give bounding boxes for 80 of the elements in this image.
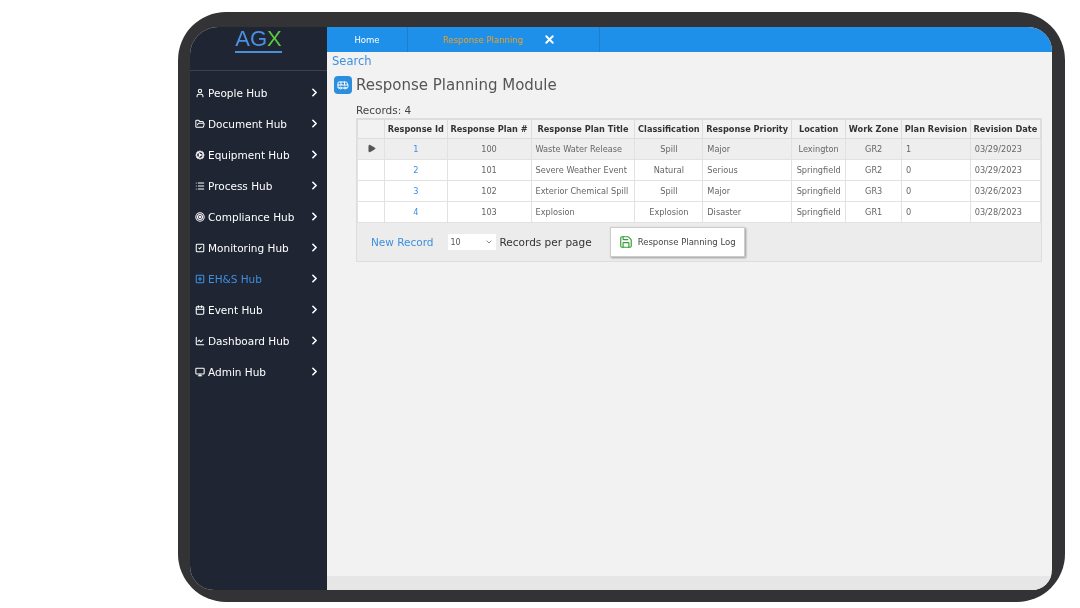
record-link[interactable]: 4 bbox=[384, 201, 448, 223]
column-header: Response Plan Title bbox=[531, 119, 635, 139]
table-row[interactable]: 3 102 Exterior Chemical Spill Spill Major Springfield GR3 0 03/26/2023 bbox=[357, 180, 1041, 202]
table-cell: Springfield bbox=[791, 180, 846, 202]
table-cell: Major bbox=[702, 138, 792, 160]
table-cell: 03/29/2023 bbox=[970, 159, 1041, 181]
table-cell: Explosion bbox=[634, 201, 703, 223]
sidebar-item[interactable]: Document Hub bbox=[190, 108, 327, 139]
table-cell: Serious bbox=[702, 159, 792, 181]
sidebar-item[interactable]: Monitoring Hub bbox=[190, 232, 327, 263]
table-cell: GR2 bbox=[845, 159, 902, 181]
plus-icon bbox=[195, 273, 205, 284]
table-cell: Explosion bbox=[531, 201, 635, 223]
table-cell: GR3 bbox=[845, 180, 902, 202]
user-icon bbox=[195, 87, 205, 98]
column-header: Response Priority bbox=[702, 119, 792, 139]
page-size-select[interactable]: 10 bbox=[447, 234, 496, 250]
table-cell: Springfield bbox=[791, 201, 846, 223]
log-button[interactable]: Response Planning Log bbox=[609, 227, 745, 257]
chart-icon bbox=[195, 335, 205, 346]
column-header: Response Plan # bbox=[447, 119, 531, 139]
table-cell: 101 bbox=[447, 159, 531, 181]
table-row[interactable]: 2 101 Severe Weather Event Natural Serious Springfield GR2 0 03/29/2023 bbox=[357, 159, 1041, 181]
table-cell: Natural bbox=[634, 159, 703, 181]
column-header: Plan Revision bbox=[901, 119, 971, 139]
row-pointer-icon bbox=[366, 143, 376, 153]
table-cell: 0 bbox=[901, 201, 971, 223]
table-cell: Disaster bbox=[702, 201, 792, 223]
table-cell: 100 bbox=[447, 138, 531, 160]
floppy-icon bbox=[618, 235, 633, 249]
sidebar-item[interactable]: Admin Hub bbox=[190, 356, 327, 387]
monitor-icon bbox=[195, 366, 205, 377]
column-header: Work Zone bbox=[845, 119, 902, 139]
table-cell: Waste Water Release bbox=[531, 138, 635, 160]
table-cell: 03/28/2023 bbox=[970, 201, 1041, 223]
table-cell: GR2 bbox=[845, 138, 902, 160]
table-cell: 0 bbox=[901, 180, 971, 202]
table-cell: 03/29/2023 bbox=[970, 138, 1041, 160]
table-row[interactable]: 1 100 Waste Water Release Spill Major Lexington GR2 1 03/29/2023 bbox=[357, 138, 1041, 160]
tab[interactable]: Home bbox=[327, 27, 408, 52]
sidebar-item[interactable]: Compliance Hub bbox=[190, 201, 327, 232]
calendar-icon bbox=[195, 304, 205, 315]
table-cell: 03/26/2023 bbox=[970, 180, 1041, 202]
close-icon[interactable] bbox=[543, 33, 557, 46]
per-page-label: Records per page bbox=[499, 236, 592, 248]
bus-icon bbox=[334, 76, 352, 94]
sidebar-item[interactable]: People Hub bbox=[190, 77, 327, 108]
table-cell: Spill bbox=[634, 180, 703, 202]
list-icon bbox=[195, 180, 205, 191]
table-row[interactable]: 4 103 Explosion Explosion Disaster Springfield GR1 0 03/28/2023 bbox=[357, 201, 1041, 223]
column-header: Response Id bbox=[384, 119, 448, 139]
target-icon bbox=[195, 211, 205, 222]
caret-icon bbox=[484, 238, 493, 246]
page-title: Response Planning Module bbox=[356, 76, 557, 94]
table-cell: 1 bbox=[901, 138, 971, 160]
table-cell: 0 bbox=[901, 159, 971, 181]
table-cell: Springfield bbox=[791, 159, 846, 181]
table-cell: GR1 bbox=[845, 201, 902, 223]
table-cell: Major bbox=[702, 180, 792, 202]
table-cell: 103 bbox=[447, 201, 531, 223]
table-cell: Spill bbox=[634, 138, 703, 160]
column-header: Classification bbox=[634, 119, 703, 139]
table-cell: Severe Weather Event bbox=[531, 159, 635, 181]
logo: AGX bbox=[235, 27, 282, 53]
table-cell: Exterior Chemical Spill bbox=[531, 180, 635, 202]
sidebar-item[interactable]: Process Hub bbox=[190, 170, 327, 201]
table-cell: Lexington bbox=[791, 138, 846, 160]
record-link[interactable]: 3 bbox=[384, 180, 448, 202]
sidebar-item[interactable]: Equipment Hub bbox=[190, 139, 327, 170]
gear-icon bbox=[195, 149, 205, 160]
column-header: Location bbox=[791, 119, 846, 139]
sidebar-item[interactable]: EH&S Hub bbox=[190, 263, 327, 294]
records-count: Records: 4 bbox=[356, 104, 412, 116]
sidebar-item[interactable]: Event Hub bbox=[190, 294, 327, 325]
sidebar-item[interactable]: Dashboard Hub bbox=[190, 325, 327, 356]
record-link[interactable]: 2 bbox=[384, 159, 448, 181]
checkbox-icon bbox=[195, 242, 205, 253]
table-cell: 102 bbox=[447, 180, 531, 202]
folder-icon bbox=[195, 118, 205, 129]
column-header: Revision Date bbox=[970, 119, 1041, 139]
